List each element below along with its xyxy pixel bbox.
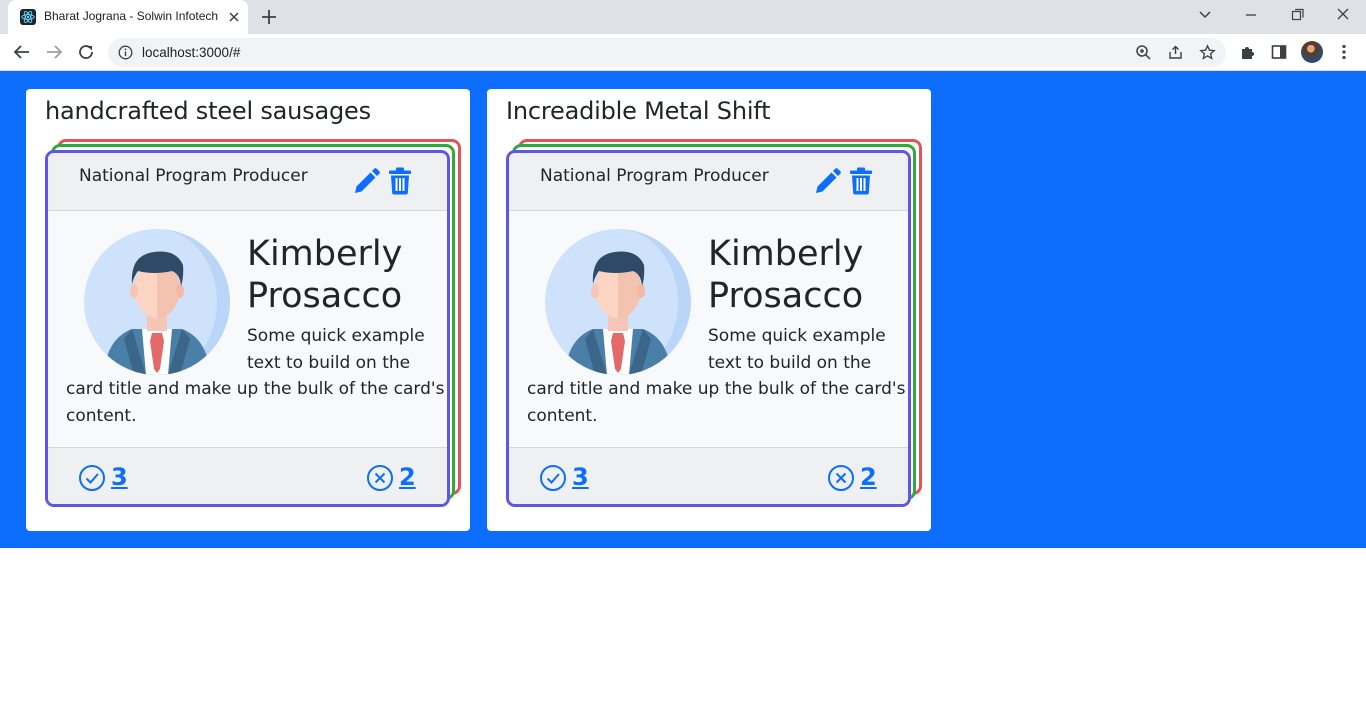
- board-title: Increadible Metal Shift: [506, 97, 771, 125]
- x-circle-icon: [367, 465, 393, 491]
- card-body: Kimberly Prosacco Some quick example tex…: [48, 211, 447, 447]
- tab-title: Bharat Jograna - Solwin Infotech: [44, 9, 219, 23]
- card-footer: 3 2: [509, 447, 908, 504]
- url-text[interactable]: localhost:3000/#: [142, 45, 240, 60]
- board-title: handcrafted steel sausages: [45, 97, 371, 125]
- trash-icon[interactable]: [849, 167, 873, 195]
- card-text-line: card title and make up the bulk of the c…: [66, 379, 445, 399]
- person-first-name: Kimberly: [247, 234, 403, 274]
- reload-icon[interactable]: [75, 41, 97, 63]
- minimize-window-icon[interactable]: [1239, 5, 1263, 25]
- forward-arrow-icon[interactable]: [43, 41, 65, 63]
- tab-search-chevron-icon[interactable]: [1193, 5, 1217, 25]
- site-info-icon[interactable]: [118, 45, 133, 60]
- card-text-line: Some quick example: [708, 326, 886, 346]
- card-text-line: content.: [66, 405, 137, 426]
- person-card[interactable]: National Program Producer Kimberly Prosa…: [45, 150, 450, 507]
- card-description: Some quick example text to build on the …: [527, 323, 906, 429]
- person-card[interactable]: National Program Producer Kimberly Prosa…: [506, 150, 911, 507]
- close-window-icon[interactable]: [1331, 5, 1355, 25]
- restore-window-icon[interactable]: [1285, 5, 1309, 25]
- browser-toolbar: localhost:3000/#: [0, 34, 1366, 71]
- new-tab-plus-icon[interactable]: [259, 7, 279, 27]
- back-arrow-icon[interactable]: [11, 41, 33, 63]
- downvote-count[interactable]: 2: [399, 463, 416, 491]
- card-role: National Program Producer: [79, 166, 308, 186]
- trash-icon[interactable]: [388, 167, 412, 195]
- pencil-icon[interactable]: [352, 168, 380, 196]
- person-last-name: Prosacco: [247, 276, 403, 316]
- board-area: handcrafted steel sausages National Prog…: [0, 71, 1366, 548]
- extensions-puzzle-icon[interactable]: [1239, 43, 1257, 61]
- card-text-line: Some quick example: [247, 326, 425, 346]
- upvote-count[interactable]: 3: [111, 463, 128, 491]
- card-role: National Program Producer: [540, 166, 769, 186]
- check-circle-icon: [79, 465, 105, 491]
- card-header: National Program Producer: [509, 153, 908, 211]
- more-menu-icon[interactable]: [1335, 43, 1353, 61]
- check-circle-icon: [540, 465, 566, 491]
- side-panel-icon[interactable]: [1270, 43, 1288, 61]
- card-text-line: text to build on the: [708, 352, 872, 373]
- card-stack: National Program Producer Kimberly Prosa…: [506, 139, 924, 509]
- browser-tab-strip: Bharat Jograna - Solwin Infotech: [0, 0, 1366, 34]
- profile-avatar[interactable]: [1301, 41, 1323, 63]
- react-favicon-icon: [20, 9, 36, 25]
- downvote-count[interactable]: 2: [860, 463, 877, 491]
- card-text-line: content.: [527, 405, 598, 426]
- x-circle-icon: [828, 465, 854, 491]
- person-last-name: Prosacco: [708, 276, 864, 316]
- card-text-line: card title and make up the bulk of the c…: [527, 379, 906, 399]
- person-name: Kimberly Prosacco: [708, 233, 898, 317]
- card-footer: 3 2: [48, 447, 447, 504]
- share-icon[interactable]: [1167, 44, 1184, 61]
- board-column: Increadible Metal Shift National Program…: [487, 89, 931, 531]
- bookmark-star-icon[interactable]: [1199, 44, 1216, 61]
- browser-tab[interactable]: Bharat Jograna - Solwin Infotech: [8, 0, 248, 34]
- person-first-name: Kimberly: [708, 234, 864, 274]
- card-description: Some quick example text to build on the …: [66, 323, 445, 429]
- upvote-count[interactable]: 3: [572, 463, 589, 491]
- board-column: handcrafted steel sausages National Prog…: [26, 89, 470, 531]
- person-name: Kimberly Prosacco: [247, 233, 437, 317]
- card-text-line: text to build on the: [247, 352, 411, 373]
- address-bar[interactable]: localhost:3000/#: [108, 38, 1226, 67]
- card-header: National Program Producer: [48, 153, 447, 211]
- tab-close-icon[interactable]: [225, 8, 243, 26]
- card-stack: National Program Producer Kimberly Prosa…: [45, 139, 463, 509]
- card-body: Kimberly Prosacco Some quick example tex…: [509, 211, 908, 447]
- pencil-icon[interactable]: [813, 168, 841, 196]
- zoom-icon[interactable]: [1135, 44, 1152, 61]
